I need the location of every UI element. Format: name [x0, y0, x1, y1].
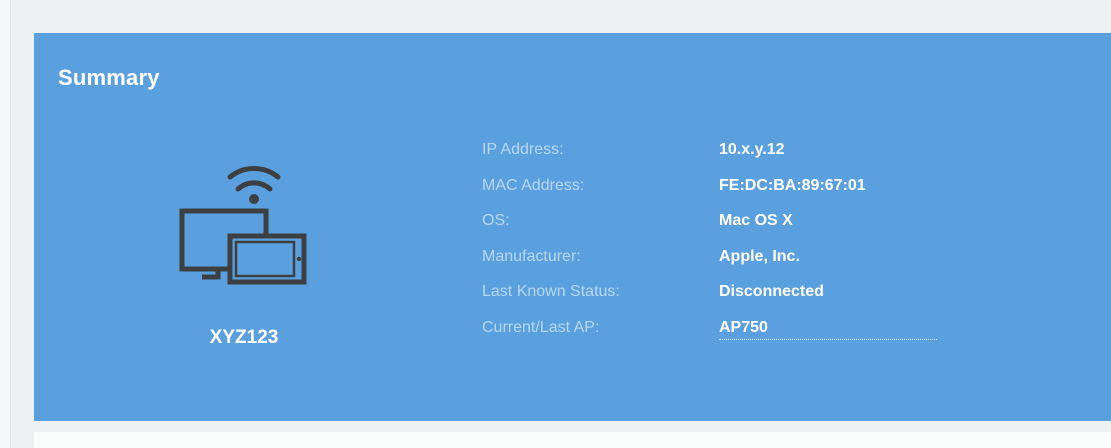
os-value: Mac OS X: [719, 212, 793, 229]
current-last-ap-label: Current/Last AP:: [482, 318, 600, 336]
ip-address-value: 10.x.y.12: [719, 141, 785, 158]
summary-title: Summary: [58, 65, 160, 90]
left-rail: [0, 0, 11, 448]
last-known-status-label: Last Known Status:: [482, 283, 620, 300]
mac-address-label: MAC Address:: [482, 176, 585, 194]
current-last-ap-link[interactable]: AP750: [719, 319, 937, 340]
mac-address-value: FE:DC:BA:89:67:01: [719, 176, 866, 194]
manufacturer-value: Apple, Inc.: [719, 247, 800, 265]
device-block: XYZ123: [164, 163, 324, 353]
last-known-status-value: Disconnected: [719, 283, 824, 300]
manufacturer-label: Manufacturer:: [482, 247, 581, 265]
next-panel: [34, 432, 1111, 448]
os-label: OS:: [482, 212, 510, 229]
summary-card: Summary XYZ123 IP Address: 10.x.y.12 MAC…: [34, 33, 1111, 421]
wireless-devices-icon: [179, 166, 307, 285]
device-name: XYZ123: [209, 327, 279, 348]
ip-address-label: IP Address:: [482, 141, 564, 158]
